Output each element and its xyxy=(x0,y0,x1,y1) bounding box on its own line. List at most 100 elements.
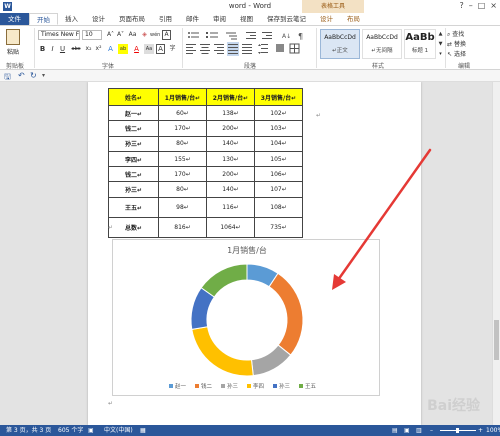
table-cell[interactable]: 80↵ xyxy=(158,135,207,152)
text-effects-button[interactable]: A xyxy=(106,44,115,54)
table-cell[interactable]: 104↵ xyxy=(254,135,303,152)
vertical-scrollbar[interactable] xyxy=(492,82,500,425)
tab-view[interactable]: 视图 xyxy=(233,13,260,25)
font-size-select[interactable]: 10 xyxy=(82,30,102,40)
table-cell[interactable]: 80↵ xyxy=(158,181,207,198)
undo-icon[interactable]: ↶ xyxy=(18,71,25,80)
clear-format-icon[interactable]: ◈ xyxy=(140,30,149,40)
replace-button[interactable]: ⇄ 替换 xyxy=(447,39,466,48)
styles-more-icon[interactable]: ▾ xyxy=(436,49,445,59)
chart-frame[interactable]: 1月销售/台 赵一 钱二 孙三 李四 孙三 王五 xyxy=(112,239,380,396)
table-cell[interactable]: 孙三↵ xyxy=(108,135,159,152)
char-shading-button[interactable]: Aa xyxy=(144,44,154,54)
table-cell[interactable]: 孙三↵ xyxy=(108,181,159,198)
table-cell[interactable]: 108↵ xyxy=(254,196,303,218)
word-count[interactable]: 605 个字 xyxy=(58,425,83,436)
tab-references[interactable]: 引用 xyxy=(152,13,179,25)
tab-home[interactable]: 开始 xyxy=(29,13,58,25)
char-border-button[interactable]: A xyxy=(162,30,171,40)
table-cell[interactable]: 107↵ xyxy=(254,181,303,198)
tab-file[interactable]: 文件 xyxy=(0,13,29,25)
table-cell[interactable]: 60↵ xyxy=(158,104,207,122)
table-cell[interactable]: 102↵ xyxy=(254,104,303,122)
read-mode-icon[interactable]: ▤ xyxy=(392,425,398,436)
grow-font-button[interactable]: A˄ xyxy=(106,30,115,40)
superscript-button[interactable]: x² xyxy=(94,44,103,54)
table-cell[interactable]: 1064↵ xyxy=(206,216,255,238)
chart-slice-1[interactable] xyxy=(268,272,304,356)
table-cell[interactable]: 赵一↵ xyxy=(108,104,159,122)
style-normal[interactable]: AaBbCcDd ↵正文 xyxy=(320,29,360,59)
highlight-button[interactable]: ab xyxy=(118,44,128,54)
style-heading-1[interactable]: AaBb 标题 1 xyxy=(404,29,436,59)
strikethrough-button[interactable]: abc xyxy=(70,44,82,54)
customize-qat-icon[interactable]: ▾ xyxy=(42,72,45,79)
tab-mailings[interactable]: 邮件 xyxy=(179,13,206,25)
find-button[interactable]: ⌕ 查找 xyxy=(447,29,464,39)
table-cell[interactable]: 李四↵ xyxy=(108,150,159,168)
style-no-spacing[interactable]: AaBbCcDd ↵无间隔 xyxy=(362,29,402,59)
table-cell[interactable]: 735↵ xyxy=(254,216,303,238)
table-cell[interactable]: 200↵ xyxy=(206,120,255,137)
tab-review[interactable]: 审阅 xyxy=(206,13,233,25)
table-cell[interactable]: 138↵ xyxy=(206,104,255,122)
table-cell[interactable]: 116↵ xyxy=(206,196,255,218)
table-cell[interactable]: 王五↵ xyxy=(108,196,159,218)
paragraph-tools[interactable]: A↓ ¶ xyxy=(186,30,312,56)
scrollbar-thumb[interactable] xyxy=(494,320,499,360)
web-layout-icon[interactable]: ▥ xyxy=(416,425,422,436)
language-indicator[interactable]: 中文(中国) xyxy=(104,425,133,436)
zoom-level[interactable]: 100% xyxy=(486,425,500,436)
macro-icon[interactable]: ▦ xyxy=(140,425,146,436)
table-cell[interactable]: 总数↵ xyxy=(108,216,159,238)
tab-page-layout[interactable]: 页面布局 xyxy=(112,13,152,25)
chart-slice-3[interactable] xyxy=(191,326,254,377)
styles-scroll-up-icon[interactable]: ▲ xyxy=(436,29,445,39)
page-count[interactable]: 第 3 页，共 3 页 xyxy=(6,425,51,436)
table-cell[interactable]: 98↵ xyxy=(158,196,207,218)
asian-layout-button[interactable]: 字 xyxy=(168,44,177,54)
table-cell[interactable]: 钱二↵ xyxy=(108,166,159,183)
table-cell[interactable]: 130↵ xyxy=(206,150,255,168)
table-cell[interactable]: 钱二↵ xyxy=(108,120,159,137)
table-cell[interactable]: 105↵ xyxy=(254,150,303,168)
print-layout-icon[interactable]: ▣ xyxy=(404,425,410,436)
tab-table-layout[interactable]: 布局 xyxy=(340,13,367,25)
change-case-button[interactable]: Aa xyxy=(128,30,137,40)
table-cell[interactable]: 200↵ xyxy=(206,166,255,183)
table-header-cell[interactable]: 姓名↵ xyxy=(108,88,159,106)
bold-button[interactable]: B xyxy=(38,44,47,54)
table-header-cell[interactable]: 1月销售/台↵ xyxy=(158,88,207,106)
shrink-font-button[interactable]: A˅ xyxy=(116,30,125,40)
tab-table-design[interactable]: 设计 xyxy=(313,13,340,25)
table-cell[interactable]: 103↵ xyxy=(254,120,303,137)
zoom-out-button[interactable]: – xyxy=(430,425,433,436)
table-cell[interactable]: 106↵ xyxy=(254,166,303,183)
table-cell[interactable]: 140↵ xyxy=(206,181,255,198)
table-cell[interactable]: 816↵ xyxy=(158,216,207,238)
table-header-cell[interactable]: 3月销售/台↵ xyxy=(254,88,303,106)
help-button[interactable]: ? xyxy=(459,1,463,10)
maximize-button[interactable]: □ xyxy=(478,1,486,10)
zoom-in-button[interactable]: + xyxy=(478,425,483,436)
subscript-button[interactable]: x₂ xyxy=(84,44,93,54)
close-button[interactable]: × xyxy=(490,1,497,10)
zoom-slider-thumb[interactable] xyxy=(456,428,459,433)
italic-button[interactable]: I xyxy=(48,44,57,54)
sales-table[interactable]: 姓名↵ 1月销售/台↵ 2月销售/台↵ 3月销售/台↵ 赵一↵ 60↵ 138↵ 10… xyxy=(108,88,303,238)
minimize-button[interactable]: – xyxy=(469,1,473,10)
table-cell[interactable]: 170↵ xyxy=(158,166,207,183)
proofing-icon[interactable]: ▣ xyxy=(88,425,94,436)
tab-design[interactable]: 设计 xyxy=(85,13,112,25)
table-header-cell[interactable]: 2月销售/台↵ xyxy=(206,88,255,106)
select-button[interactable]: ↖ 选择 xyxy=(447,49,466,58)
enclose-char-button[interactable]: A xyxy=(156,44,165,54)
tab-insert[interactable]: 插入 xyxy=(58,13,85,25)
font-color-button[interactable]: A xyxy=(132,44,141,54)
styles-scroll-down-icon[interactable]: ▼ xyxy=(436,39,445,49)
underline-button[interactable]: U xyxy=(58,44,67,54)
document-page[interactable]: 姓名↵ 1月销售/台↵ 2月销售/台↵ 3月销售/台↵ 赵一↵ 60↵ 138↵ 10… xyxy=(88,82,421,425)
paste-button[interactable]: 粘贴 xyxy=(4,29,22,57)
table-cell[interactable]: 155↵ xyxy=(158,150,207,168)
tab-save-to-cloud[interactable]: 保存到云笔记 xyxy=(260,13,313,25)
